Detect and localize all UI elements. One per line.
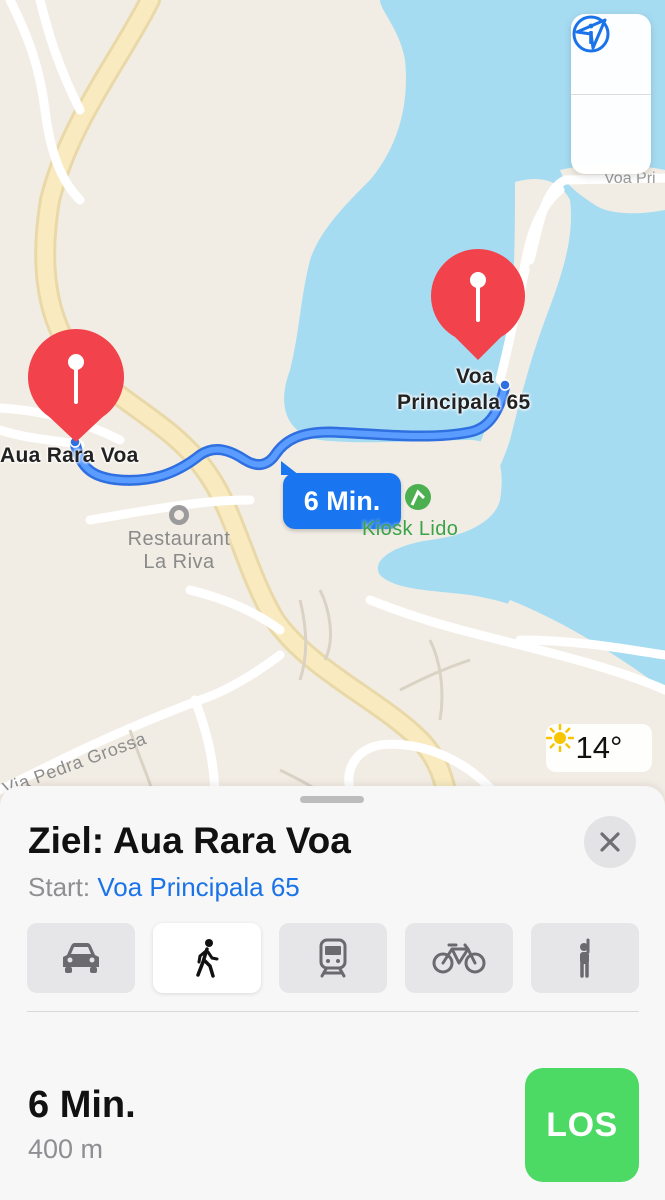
- start-value-link[interactable]: Voa Principala 65: [97, 872, 299, 902]
- restaurant-name-line2: La Riva: [143, 551, 215, 573]
- mode-ride-button[interactable]: [531, 923, 639, 993]
- location-arrow-icon: [575, 18, 607, 50]
- map-view[interactable]: Aua Rara Voa Voa Principala 65 6 Min. Re…: [0, 0, 665, 800]
- restaurant-name-line1: Restaurant: [127, 528, 231, 550]
- kiosk-poi-icon: [405, 484, 431, 510]
- sheet-grabber[interactable]: [300, 796, 364, 803]
- hail-icon: [580, 938, 590, 978]
- sun-icon: [546, 724, 574, 752]
- transport-mode-selector: [27, 923, 639, 995]
- mode-bike-button[interactable]: [405, 923, 513, 993]
- mode-transit-button[interactable]: [279, 923, 387, 993]
- sheet-title: Ziel: Aua Rara Voa: [28, 820, 351, 861]
- directions-sheet: Ziel: Aua Rara Voa Start: Voa Principala…: [0, 786, 665, 1200]
- close-icon: [600, 832, 620, 852]
- route-duration-text: 6 Min.: [303, 485, 381, 516]
- walking-icon: [196, 939, 219, 978]
- locate-me-button[interactable]: [571, 18, 651, 174]
- start-map-label-line2: Principala 65: [397, 391, 531, 414]
- go-button[interactable]: LOS: [525, 1068, 639, 1182]
- restaurant-poi-label[interactable]: Restaurant La Riva: [115, 528, 243, 574]
- route-duration: 6 Min.: [28, 1084, 136, 1126]
- train-icon: [319, 938, 347, 978]
- kiosk-poi-label[interactable]: Kiosk Lido: [362, 518, 458, 541]
- weather-badge: 14°: [546, 724, 652, 772]
- route-distance: 400 m: [28, 1134, 104, 1164]
- start-label: Start:: [28, 872, 91, 902]
- start-line: Start: Voa Principala 65: [28, 872, 300, 903]
- car-icon: [63, 943, 99, 973]
- bicycle-icon: [432, 943, 486, 974]
- close-button[interactable]: [584, 816, 636, 868]
- divider: [27, 1011, 639, 1012]
- mode-walk-button[interactable]: [153, 923, 261, 993]
- map-canvas: [0, 0, 665, 800]
- start-map-label-line1: Voa: [456, 365, 494, 388]
- mode-car-button[interactable]: [27, 923, 135, 993]
- weather-temperature: 14°: [575, 730, 623, 765]
- restaurant-poi-icon: [169, 505, 189, 525]
- destination-map-label: Aua Rara Voa: [0, 444, 139, 467]
- map-controls-panel: [571, 14, 651, 174]
